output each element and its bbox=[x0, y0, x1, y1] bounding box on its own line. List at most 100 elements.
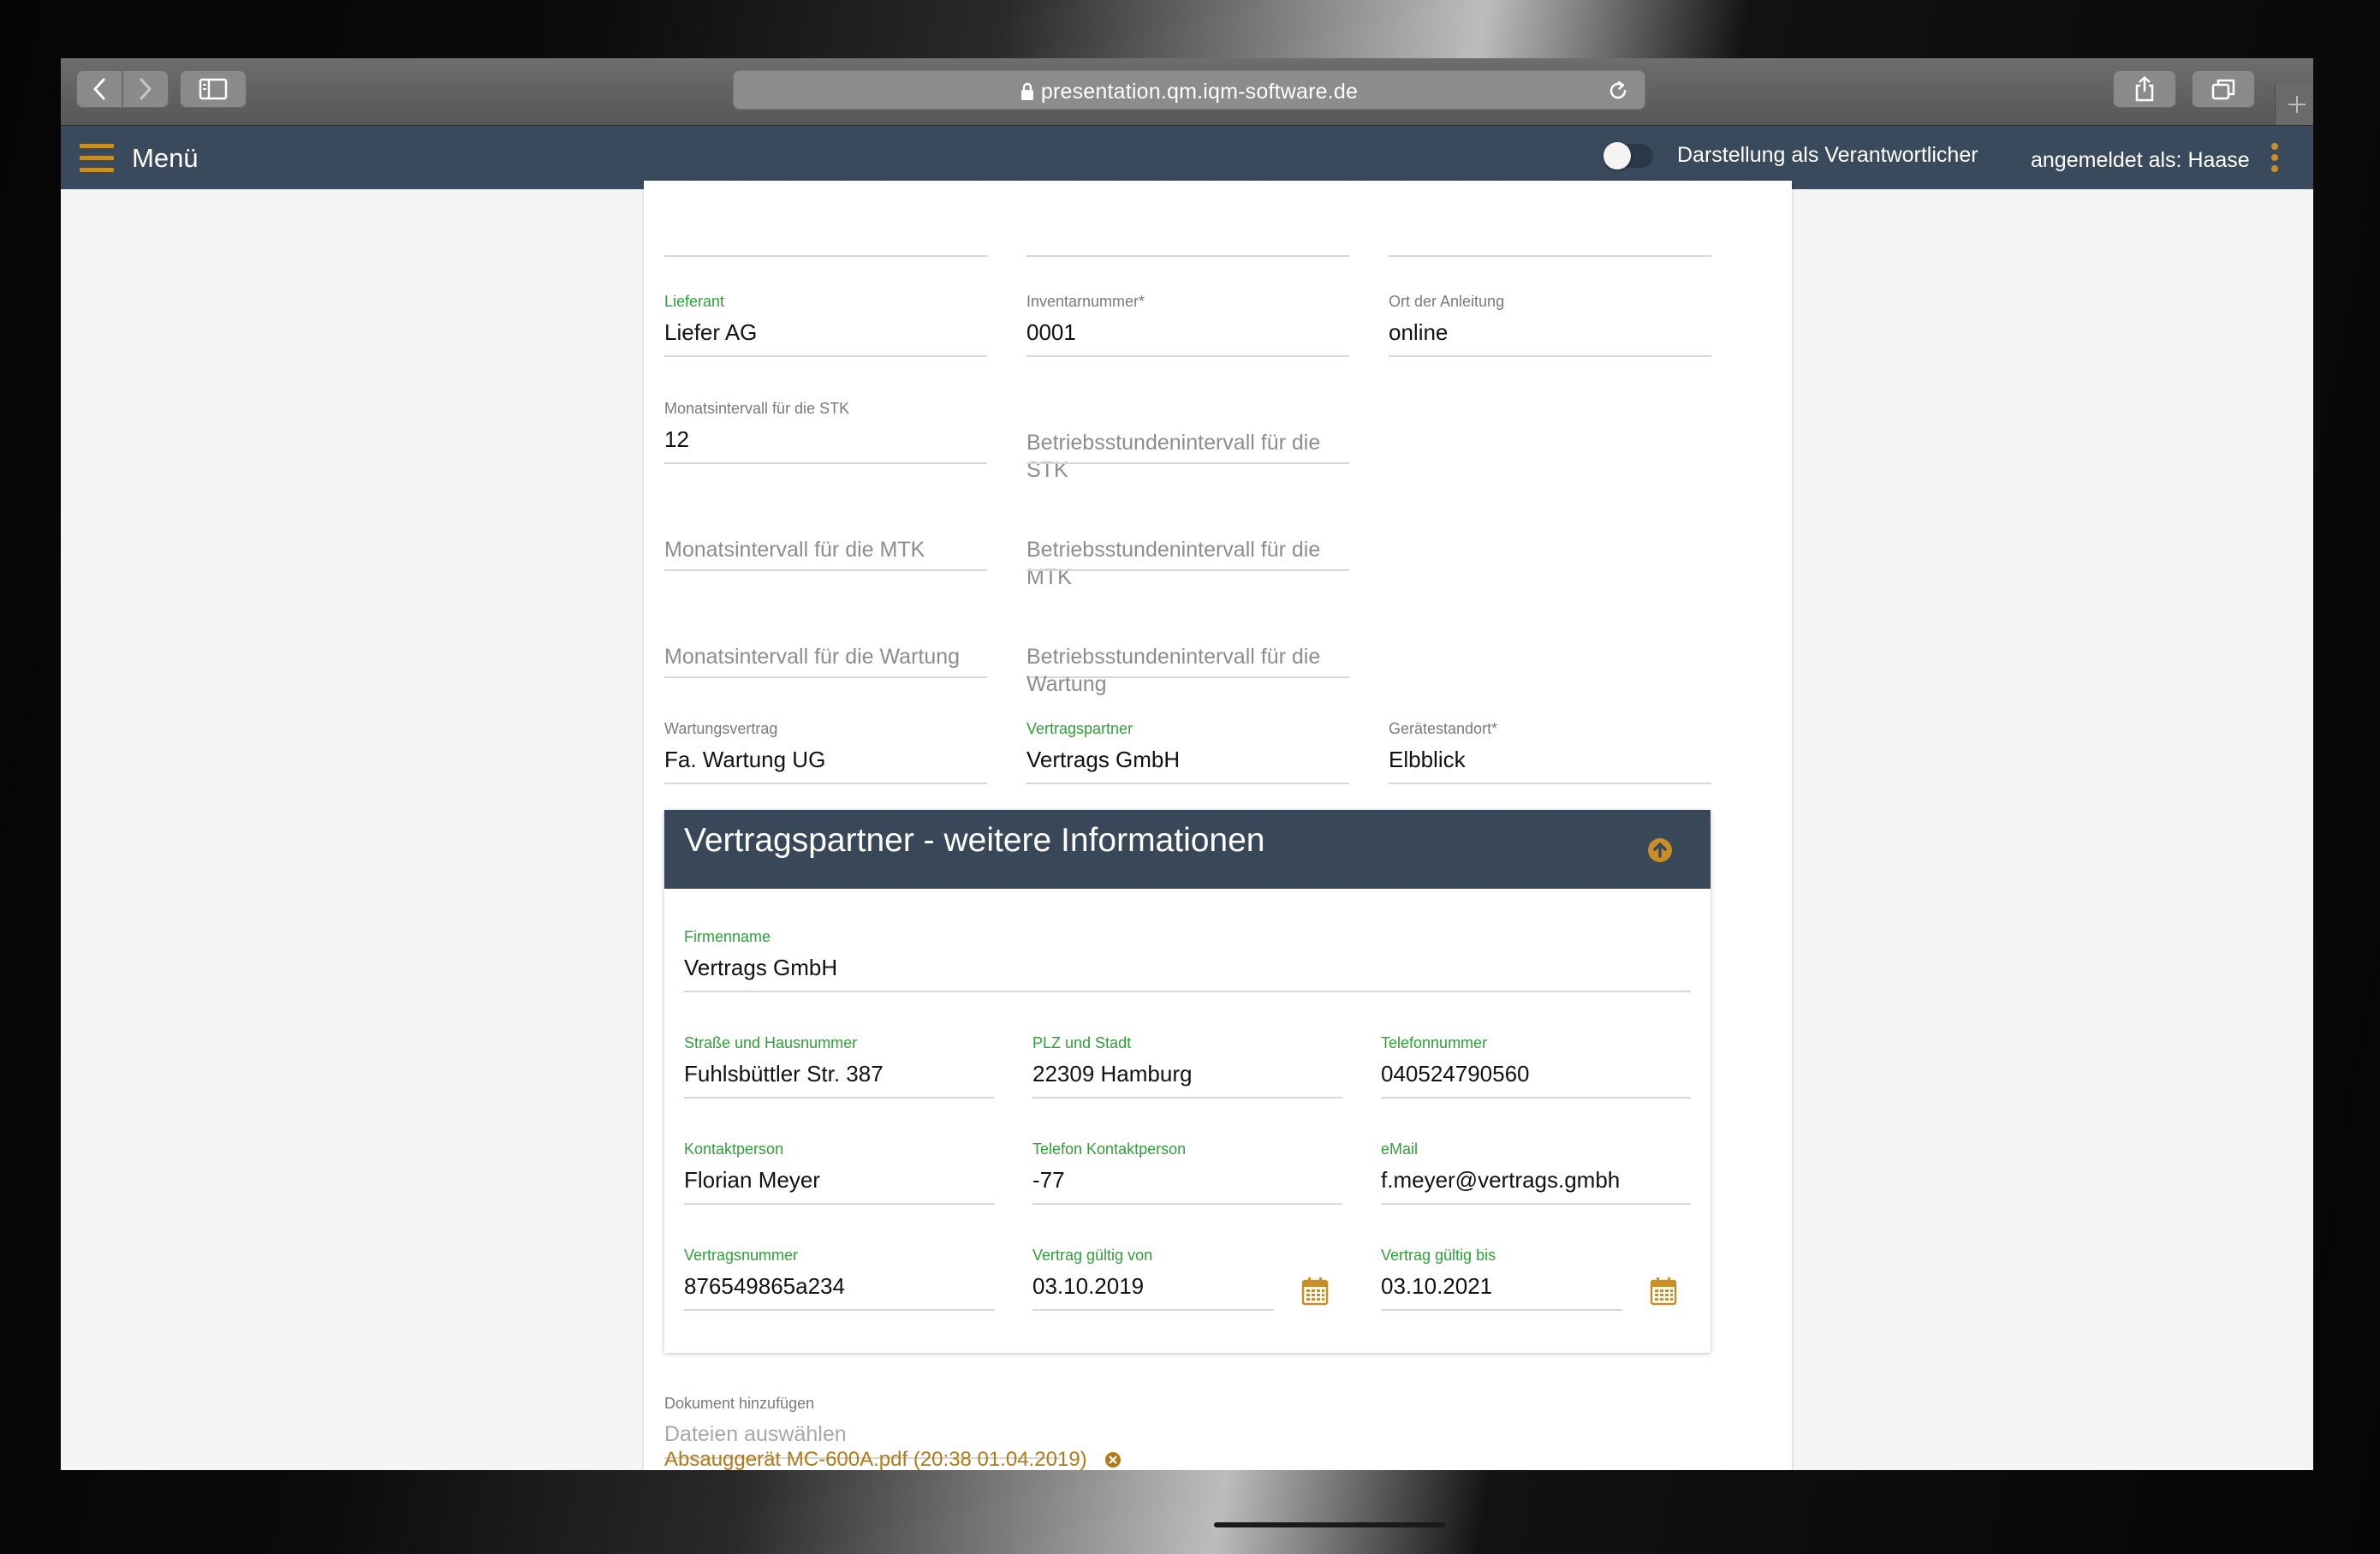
browser-toolbar: presentation.qm.iqm-software.de bbox=[61, 58, 2313, 126]
lieferant-value: Liefer AG bbox=[664, 319, 758, 345]
vertragspartner-panel: Vertragspartner - weitere Informationen … bbox=[664, 810, 1711, 1353]
toggle-knob bbox=[1604, 141, 1631, 170]
reload-icon[interactable] bbox=[1607, 80, 1629, 102]
plz-stadt-value: 22309 Hamburg bbox=[1032, 1061, 1193, 1087]
ort-anleitung-label: Ort der Anleitung bbox=[1389, 293, 1505, 310]
lieferant-field[interactable]: Lieferant Liefer AG bbox=[664, 293, 987, 361]
betriebsstunden-wartung-field[interactable]: Betriebsstundenintervall für die Wartung bbox=[1026, 614, 1349, 696]
lock-icon bbox=[1020, 82, 1033, 100]
url-display: presentation.qm.iqm-software.de bbox=[734, 80, 1645, 104]
kontaktperson-field[interactable]: Kontaktperson Florian Meyer bbox=[684, 1140, 994, 1209]
forward-button[interactable] bbox=[122, 70, 169, 108]
betriebsstunden-wartung-placeholder-line2: Wartung bbox=[1026, 672, 1107, 696]
toggle-label: Darstellung als Verantwortlicher bbox=[1677, 143, 1978, 167]
wartungsvertrag-value: Fa. Wartung UG bbox=[664, 747, 826, 772]
chevron-right-icon bbox=[140, 78, 152, 100]
menu-button[interactable]: Menü bbox=[80, 143, 199, 174]
telefon-kontaktperson-field[interactable]: Telefon Kontaktperson -77 bbox=[1032, 1140, 1342, 1209]
firmenname-value: Vertrags GmbH bbox=[684, 955, 838, 980]
monatsintervall-wartung-field[interactable]: Monatsintervall für die Wartung bbox=[664, 614, 987, 682]
wartungsvertrag-field[interactable]: Wartungsvertrag Fa. Wartung UG bbox=[664, 720, 987, 789]
chevron-left-icon bbox=[93, 78, 105, 100]
inventarnummer-field[interactable]: Inventarnummer* 0001 bbox=[1026, 293, 1349, 361]
geraetestandort-label: Gerätestandort* bbox=[1389, 720, 1498, 737]
plz-stadt-field[interactable]: PLZ und Stadt 22309 Hamburg bbox=[1032, 1034, 1342, 1103]
vertragspartner-label: Vertragspartner bbox=[1026, 720, 1133, 737]
betriebsstunden-stk-field[interactable]: Betriebsstundenintervall für die STK bbox=[1026, 400, 1349, 482]
remove-document-icon[interactable] bbox=[1104, 1451, 1122, 1468]
vertragsnummer-value: 876549865a234 bbox=[684, 1273, 845, 1299]
monatsintervall-wartung-placeholder: Monatsintervall für die Wartung bbox=[664, 645, 961, 669]
ort-anleitung-value: online bbox=[1389, 319, 1449, 345]
new-tab-button[interactable] bbox=[2275, 84, 2313, 125]
tabs-overview-button[interactable] bbox=[2192, 70, 2255, 108]
firmenname-field[interactable]: Firmenname Vertrags GmbH bbox=[684, 928, 1691, 997]
monatsintervall-stk-value: 12 bbox=[664, 426, 689, 452]
share-icon bbox=[2135, 76, 2154, 102]
address-bar[interactable]: presentation.qm.iqm-software.de bbox=[733, 70, 1645, 110]
logged-in-user: angemeldet als: Haase bbox=[2031, 148, 2250, 172]
calendar-bis-icon[interactable] bbox=[1650, 1277, 1677, 1306]
betriebsstunden-mtk-placeholder: Betriebsstundenintervall für die MTK bbox=[1026, 538, 1321, 589]
gueltig-von-value: 03.10.2019 bbox=[1032, 1273, 1145, 1299]
betriebsstunden-mtk-field[interactable]: Betriebsstundenintervall für die MTK bbox=[1026, 507, 1349, 589]
kontaktperson-label: Kontaktperson bbox=[684, 1140, 784, 1158]
monatsintervall-mtk-placeholder: Monatsintervall für die MTK bbox=[664, 538, 925, 562]
monatsintervall-stk-field[interactable]: Monatsintervall für die STK 12 bbox=[664, 400, 987, 468]
vertragsnummer-label: Vertragsnummer bbox=[684, 1247, 799, 1264]
monatsintervall-stk-label: Monatsintervall für die STK bbox=[664, 400, 850, 417]
tabs-icon bbox=[2211, 79, 2235, 100]
sidebar-icon bbox=[199, 78, 228, 100]
vertragspartner-panel-header: Vertragspartner - weitere Informationen bbox=[664, 810, 1711, 889]
dokument-label: Dokument hinzufügen bbox=[664, 1395, 815, 1412]
responsible-view-toggle[interactable]: Darstellung als Verantwortlicher bbox=[1604, 141, 1978, 170]
telefonnummer-field[interactable]: Telefonnummer 040524790560 bbox=[1381, 1034, 1691, 1103]
gueltig-bis-field[interactable]: Vertrag gültig bis 03.10.2021 bbox=[1381, 1247, 1622, 1315]
betriebsstunden-stk-placeholder: Betriebsstundenintervall für die STK bbox=[1026, 431, 1321, 482]
history-nav bbox=[76, 70, 169, 108]
more-options-icon[interactable] bbox=[2271, 143, 2278, 172]
plus-icon bbox=[2288, 96, 2306, 113]
email-label: eMail bbox=[1381, 1140, 1419, 1158]
vertragspartner-value: Vertrags GmbH bbox=[1026, 747, 1181, 772]
telefonnummer-value: 040524790560 bbox=[1381, 1061, 1530, 1087]
dateien-auswaehlen-placeholder: Dateien auswählen bbox=[664, 1422, 847, 1446]
telefonnummer-label: Telefonnummer bbox=[1381, 1034, 1488, 1051]
telefon-kontaktperson-label: Telefon Kontaktperson bbox=[1032, 1140, 1187, 1158]
telefon-kontaktperson-value: -77 bbox=[1032, 1167, 1065, 1193]
device-frame: presentation.qm.iqm-software.de Menü Dar… bbox=[0, 0, 2380, 1554]
share-button[interactable] bbox=[2113, 70, 2176, 108]
gueltig-von-field[interactable]: Vertrag gültig von 03.10.2019 bbox=[1032, 1247, 1274, 1315]
attached-document-link[interactable]: Absauggerät MC-600A.pdf (20:38 01.04.201… bbox=[664, 1448, 1087, 1470]
ort-anleitung-field[interactable]: Ort der Anleitung online bbox=[1389, 293, 1711, 361]
page-content: Lieferant Liefer AG Inventarnummer* 0001… bbox=[61, 181, 2313, 1470]
strasse-label: Straße und Hausnummer bbox=[684, 1034, 858, 1051]
vertragspartner-field[interactable]: Vertragspartner Vertrags GmbH bbox=[1026, 720, 1349, 789]
email-value: f.meyer@vertrags.gmbh bbox=[1381, 1167, 1621, 1193]
menu-label: Menü bbox=[132, 143, 199, 173]
back-button[interactable] bbox=[76, 70, 122, 108]
strasse-value: Fuhlsbüttler Str. 387 bbox=[684, 1061, 884, 1087]
firmenname-label: Firmenname bbox=[684, 928, 771, 945]
kontaktperson-value: Florian Meyer bbox=[684, 1167, 820, 1193]
calendar-von-icon[interactable] bbox=[1301, 1277, 1329, 1306]
toggle-switch[interactable] bbox=[1604, 141, 1653, 170]
bezel-indicator bbox=[1214, 1522, 1445, 1527]
screen: presentation.qm.iqm-software.de Menü Dar… bbox=[61, 58, 2313, 1470]
strasse-field[interactable]: Straße und Hausnummer Fuhlsbüttler Str. … bbox=[684, 1034, 994, 1103]
url-text: presentation.qm.iqm-software.de bbox=[1040, 80, 1359, 104]
vertragsnummer-field[interactable]: Vertragsnummer 876549865a234 bbox=[684, 1247, 994, 1315]
plz-stadt-label: PLZ und Stadt bbox=[1032, 1034, 1132, 1051]
gueltig-bis-value: 03.10.2021 bbox=[1381, 1273, 1493, 1299]
sidebar-toggle-button[interactable] bbox=[180, 70, 247, 108]
email-field[interactable]: eMail f.meyer@vertrags.gmbh bbox=[1381, 1140, 1691, 1209]
hamburger-icon bbox=[80, 144, 114, 173]
monatsintervall-mtk-field[interactable]: Monatsintervall für die MTK bbox=[664, 507, 987, 575]
app-header: Menü Darstellung als Verantwortlicher an… bbox=[61, 126, 2313, 189]
geraetestandort-field[interactable]: Gerätestandort* Elbblick bbox=[1389, 720, 1711, 789]
lieferant-label: Lieferant bbox=[664, 293, 725, 310]
collapse-up-icon[interactable] bbox=[1647, 837, 1673, 863]
inventarnummer-value: 0001 bbox=[1026, 319, 1076, 345]
gueltig-bis-label: Vertrag gültig bis bbox=[1381, 1247, 1496, 1264]
attached-document: Absauggerät MC-600A.pdf (20:38 01.04.201… bbox=[664, 1448, 1122, 1470]
